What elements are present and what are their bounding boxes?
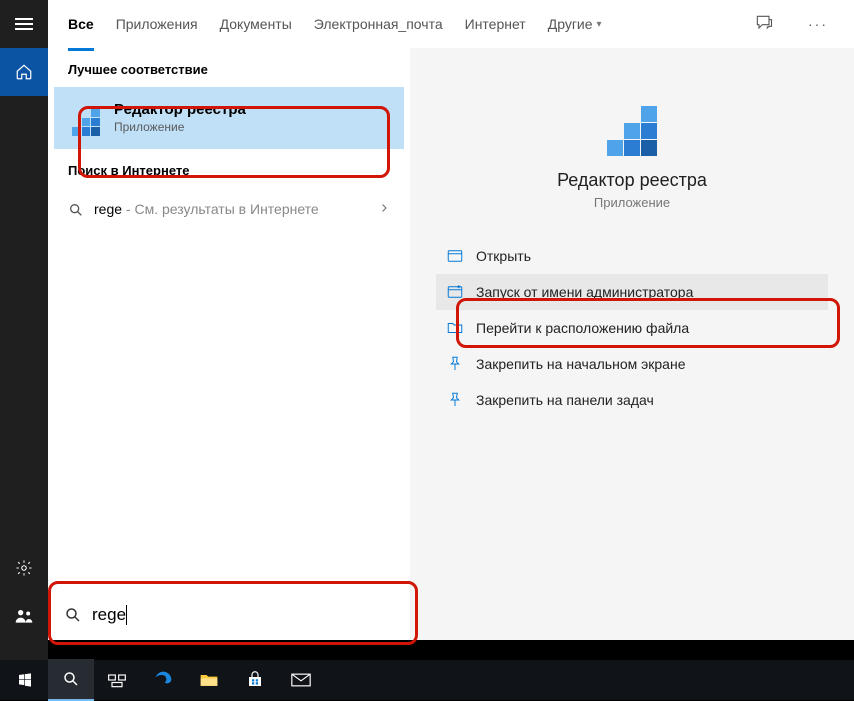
search-icon	[68, 202, 84, 218]
regedit-icon-large	[597, 86, 667, 156]
folder-icon	[199, 672, 219, 688]
result-title: Редактор реестра	[114, 101, 246, 120]
filter-tabs: Все Приложения Документы Электронная_поч…	[48, 0, 854, 48]
best-match-header: Лучшее соответствие	[48, 48, 410, 87]
action-open-location[interactable]: Перейти к расположению файла	[436, 310, 828, 346]
pin-icon	[446, 355, 464, 373]
regedit-icon	[68, 100, 104, 136]
edge-button[interactable]	[140, 660, 186, 700]
web-search-header: Поиск в Интернете	[48, 149, 410, 188]
search-icon	[64, 606, 82, 624]
admin-icon	[446, 283, 464, 301]
preview-title: Редактор реестра	[557, 170, 707, 191]
options-button[interactable]: ···	[802, 10, 834, 38]
edge-icon	[153, 670, 173, 690]
taskbar	[0, 660, 854, 700]
open-icon	[446, 247, 464, 265]
hamburger-button[interactable]	[0, 0, 48, 48]
search-input[interactable]: rege	[50, 592, 408, 638]
feedback-icon	[754, 13, 774, 33]
search-icon	[62, 670, 80, 688]
result-web-search[interactable]: rege - См. результаты в Интернете	[54, 188, 404, 232]
home-icon	[15, 63, 33, 81]
pin-icon	[446, 391, 464, 409]
feedback-button[interactable]	[748, 7, 780, 42]
preview-subtitle: Приложение	[594, 195, 670, 210]
explorer-button[interactable]	[186, 660, 232, 700]
search-button[interactable]	[48, 659, 94, 701]
action-open[interactable]: Открыть	[436, 238, 828, 274]
preview-pane: Редактор реестра Приложение Открыть Запу…	[410, 48, 854, 640]
settings-button[interactable]	[0, 544, 48, 592]
result-subtitle: Приложение	[114, 120, 246, 135]
chevron-down-icon: ▾	[596, 19, 601, 30]
chevron-right-icon	[378, 201, 390, 219]
action-pin-start[interactable]: Закрепить на начальном экране	[436, 346, 828, 382]
search-query: rege	[92, 605, 127, 626]
tab-all[interactable]: Все	[68, 0, 94, 51]
tab-email[interactable]: Электронная_почта	[314, 0, 443, 51]
hamburger-icon	[15, 18, 33, 30]
mail-icon	[291, 673, 311, 687]
task-view-button[interactable]	[94, 660, 140, 700]
gear-icon	[15, 559, 33, 577]
folder-icon	[446, 319, 464, 337]
action-run-as-admin[interactable]: Запуск от имени администратора	[436, 274, 828, 310]
store-button[interactable]	[232, 660, 278, 700]
mail-button[interactable]	[278, 660, 324, 700]
start-rail	[0, 0, 48, 700]
start-button[interactable]	[2, 660, 48, 700]
results-column: Лучшее соответствие Редактор реестра При…	[48, 48, 410, 640]
store-icon	[246, 671, 264, 689]
tab-documents[interactable]: Документы	[220, 0, 292, 51]
windows-icon	[17, 672, 33, 688]
action-pin-taskbar[interactable]: Закрепить на панели задач	[436, 382, 828, 418]
tab-apps[interactable]: Приложения	[116, 0, 198, 51]
tab-web[interactable]: Интернет	[465, 0, 526, 51]
account-button[interactable]	[0, 592, 48, 640]
people-icon	[14, 607, 34, 625]
result-regedit[interactable]: Редактор реестра Приложение	[54, 87, 404, 149]
task-view-icon	[107, 672, 127, 688]
home-button[interactable]	[0, 48, 48, 96]
search-panel: Все Приложения Документы Электронная_поч…	[48, 0, 854, 640]
tab-more[interactable]: Другие ▾	[548, 0, 602, 51]
